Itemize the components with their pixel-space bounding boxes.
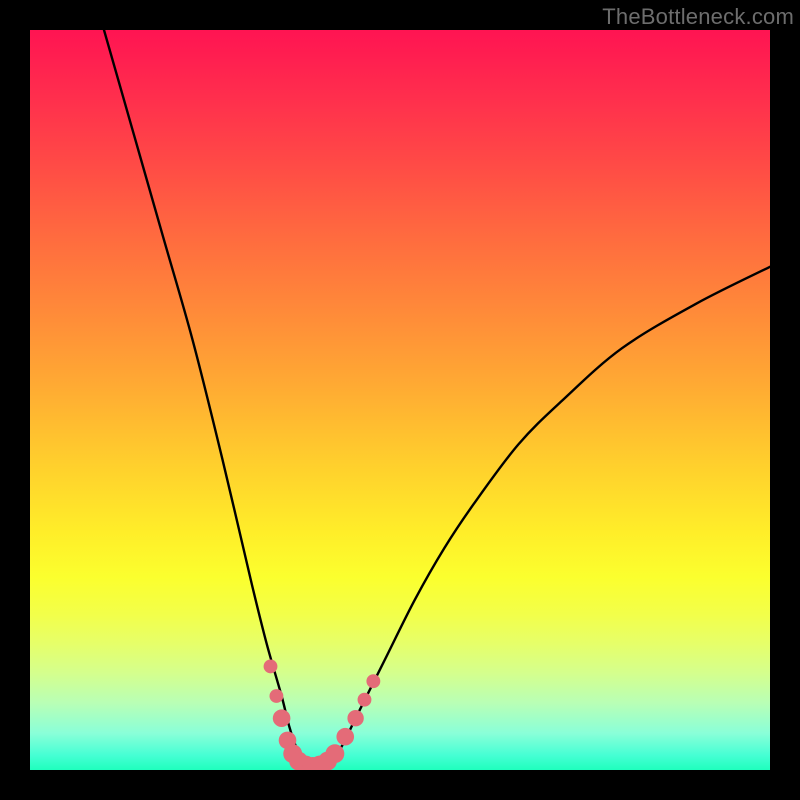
- marker-dot: [325, 744, 344, 763]
- marker-dot: [273, 709, 291, 727]
- marker-dot: [264, 659, 278, 673]
- marker-dot: [270, 689, 284, 703]
- marker-dot: [358, 693, 372, 707]
- watermark-text: TheBottleneck.com: [602, 4, 794, 30]
- curve-markers: [264, 659, 381, 770]
- bottleneck-curve: [104, 30, 770, 770]
- marker-dot: [336, 728, 354, 746]
- curve-layer: [30, 30, 770, 770]
- chart-frame: TheBottleneck.com: [0, 0, 800, 800]
- marker-dot: [366, 674, 380, 688]
- marker-dot: [347, 710, 363, 726]
- plot-area: [30, 30, 770, 770]
